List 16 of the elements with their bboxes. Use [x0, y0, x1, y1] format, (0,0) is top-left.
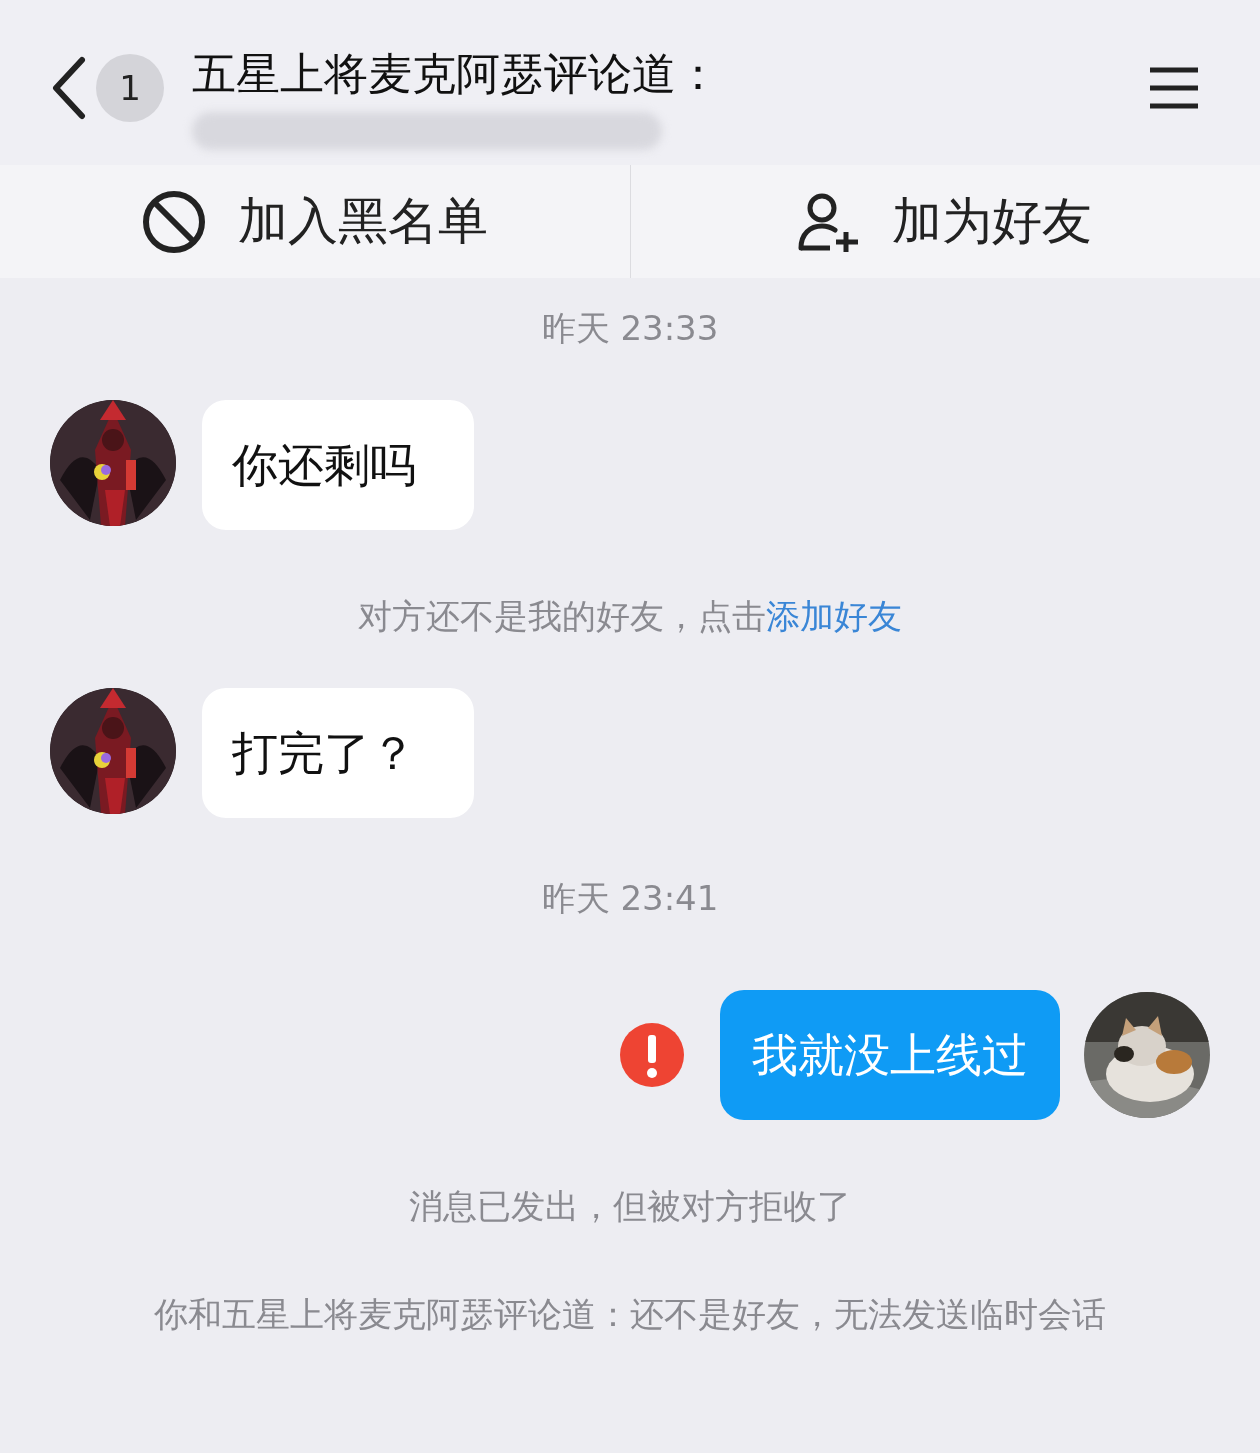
- action-button[interactable]: 加为好友: [629, 165, 1260, 278]
- error-icon[interactable]: [620, 1023, 684, 1087]
- message-bubble: 你还剩吗: [202, 400, 474, 530]
- message-bubble: 我就没上线过: [720, 990, 1060, 1120]
- system-notice: 消息已发出，但被对方拒收了: [409, 1185, 851, 1228]
- timestamp: 昨天 23:41: [541, 877, 719, 920]
- action-button[interactable]: 加入黑名单: [0, 165, 630, 278]
- unread-badge: 1: [96, 54, 164, 122]
- add-person-icon: [798, 191, 861, 252]
- message-bubble: 打完了？: [202, 688, 474, 818]
- block-icon: [141, 189, 206, 254]
- timestamp: 昨天 23:33: [541, 307, 719, 350]
- system-notice: 对方还不是我的好友，点击添加好友: [358, 595, 902, 638]
- system-notice: 你和五星上将麦克阿瑟评论道：还不是好友，无法发送临时会话: [154, 1293, 1106, 1336]
- menu-icon[interactable]: [1148, 66, 1200, 110]
- chat-title: 五星上将麦克阿瑟评论道：: [192, 47, 720, 101]
